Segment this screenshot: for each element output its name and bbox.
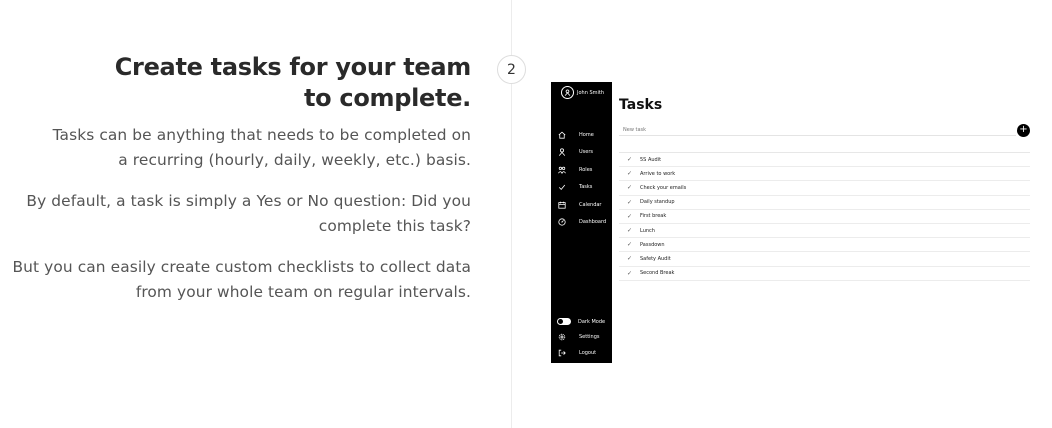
dark-mode-label: Dark Mode xyxy=(578,318,606,325)
check-icon: ✓ xyxy=(627,170,633,178)
check-icon: ✓ xyxy=(627,269,633,277)
paragraph-3: But you can easily create custom checkli… xyxy=(12,258,471,301)
check-icon xyxy=(558,183,566,191)
page-title: Tasks xyxy=(619,97,663,113)
task-label: First break xyxy=(640,213,667,220)
sidebar-nav: Home Users Roles Tasks Calendar Dashboar… xyxy=(551,126,612,231)
logout-button[interactable]: Logout xyxy=(551,345,612,361)
task-label: 5S Audit xyxy=(640,156,662,163)
user-icon xyxy=(558,148,566,157)
sidebar-item-tasks[interactable]: Tasks xyxy=(551,179,612,197)
user-profile[interactable]: John Smith xyxy=(561,86,604,99)
sidebar-item-home[interactable]: Home xyxy=(551,126,612,144)
tasks-panel: Tasks + ✓ 5S Audit ✓ Arrive to work ✓ Ch… xyxy=(612,82,1030,363)
calendar-icon xyxy=(558,201,566,209)
list-item[interactable]: ✓ Daily standup xyxy=(619,196,1030,210)
sidebar-item-label: Roles xyxy=(579,166,593,173)
sidebar-item-label: Dashboard xyxy=(579,219,607,226)
check-icon: ✓ xyxy=(627,212,633,220)
sidebar-item-users[interactable]: Users xyxy=(551,144,612,162)
task-label: Second Break xyxy=(640,270,675,277)
list-item[interactable]: ✓ Safety Audit xyxy=(619,252,1030,267)
user-name: John Smith xyxy=(577,89,605,96)
task-label: Passdown xyxy=(640,241,665,248)
logout-label: Logout xyxy=(579,349,597,356)
settings-button[interactable]: Settings xyxy=(551,330,612,346)
user-icon xyxy=(561,86,574,99)
settings-label: Settings xyxy=(579,334,600,341)
sidebar-item-roles[interactable]: Roles xyxy=(551,161,612,179)
check-icon: ✓ xyxy=(627,184,633,192)
dark-mode-toggle[interactable] xyxy=(557,318,571,326)
gear-icon xyxy=(558,333,566,341)
app-screenshot: John Smith Home Users Roles Tasks Calend… xyxy=(551,82,1030,363)
sidebar-bottom: Dark Mode Settings Logout xyxy=(551,314,612,361)
task-label: Check your emails xyxy=(640,184,687,191)
list-item[interactable]: ✓ Second Break xyxy=(619,267,1030,281)
feature-copy: Create tasks for your team to complete. … xyxy=(0,52,471,305)
list-item[interactable]: ✓ Lunch xyxy=(619,224,1030,239)
list-item[interactable]: ✓ 5S Audit xyxy=(619,153,1030,168)
paragraph-1: Tasks can be anything that needs to be c… xyxy=(52,126,471,169)
check-icon: ✓ xyxy=(627,227,633,235)
list-item[interactable]: ✓ Passdown xyxy=(619,238,1030,253)
sidebar-item-dashboard[interactable]: Dashboard xyxy=(551,214,612,232)
logout-icon xyxy=(558,349,566,357)
check-icon: ✓ xyxy=(627,198,633,206)
sidebar-item-label: Tasks xyxy=(579,184,593,191)
sidebar: John Smith Home Users Roles Tasks Calend… xyxy=(551,82,612,363)
new-task-input[interactable] xyxy=(619,125,1016,136)
task-list: ✓ 5S Audit ✓ Arrive to work ✓ Check your… xyxy=(619,152,1030,281)
task-label: Arrive to work xyxy=(640,170,676,177)
section-title: Create tasks for your team to complete. xyxy=(114,53,472,112)
dashboard-icon xyxy=(558,218,566,226)
list-item[interactable]: ✓ Arrive to work xyxy=(619,167,1030,182)
check-icon: ✓ xyxy=(627,156,633,164)
home-icon xyxy=(558,131,566,139)
add-task-button[interactable]: + xyxy=(1017,124,1030,137)
roles-icon xyxy=(558,166,566,174)
task-label: Safety Audit xyxy=(640,255,671,262)
check-icon: ✓ xyxy=(627,241,633,249)
paragraph-2: By default, a task is simply a Yes or No… xyxy=(26,192,471,235)
dark-mode-toggle-row[interactable]: Dark Mode xyxy=(551,314,612,330)
check-icon: ✓ xyxy=(627,255,633,263)
sidebar-item-label: Calendar xyxy=(579,201,602,208)
sidebar-item-label: Users xyxy=(579,149,594,156)
step-number-badge: 2 xyxy=(497,55,526,84)
list-item[interactable]: ✓ Check your emails xyxy=(619,181,1030,196)
sidebar-item-calendar[interactable]: Calendar xyxy=(551,196,612,214)
list-item[interactable]: ✓ First break xyxy=(619,210,1030,224)
task-label: Daily standup xyxy=(640,199,675,206)
sidebar-item-label: Home xyxy=(579,131,594,138)
task-label: Lunch xyxy=(640,227,655,234)
